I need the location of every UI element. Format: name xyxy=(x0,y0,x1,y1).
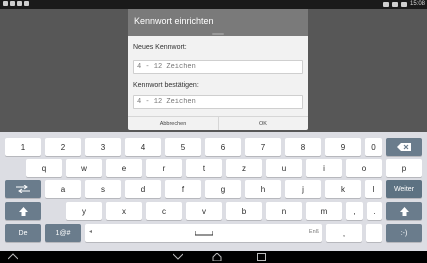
space-bar-icon xyxy=(194,230,213,235)
key-6[interactable]: 6 xyxy=(205,138,241,156)
signal-icon xyxy=(382,2,389,7)
key-k[interactable]: k xyxy=(325,180,361,198)
key-e[interactable]: e xyxy=(106,159,142,177)
confirm-password-label: Kennwort bestätigen: xyxy=(133,82,199,89)
image-icon xyxy=(10,1,15,6)
key-1[interactable]: 1 xyxy=(5,138,41,156)
status-bar: 15:08 xyxy=(0,0,427,9)
smiley-key[interactable]: :-) xyxy=(386,224,422,242)
key-h[interactable]: h xyxy=(245,180,281,198)
key-period[interactable]: . xyxy=(367,202,382,220)
key-r[interactable]: r xyxy=(146,159,182,177)
shift-key-right[interactable] xyxy=(386,202,422,220)
symbols-key[interactable]: 1@# xyxy=(45,224,81,242)
password-dialog: Kennwort einrichten Neues Kennwort: Kenn… xyxy=(128,9,308,130)
key-n[interactable]: n xyxy=(266,202,302,220)
recents-icon[interactable] xyxy=(257,253,266,263)
key-4[interactable]: 4 xyxy=(125,138,161,156)
battery-icon xyxy=(400,2,407,7)
key-p[interactable]: p xyxy=(386,159,422,177)
confirm-password-input[interactable] xyxy=(133,95,303,109)
comma-key[interactable]: , xyxy=(326,224,362,242)
status-system: 15:08 xyxy=(382,0,425,9)
key-m[interactable]: m xyxy=(306,202,342,220)
key-x[interactable]: x xyxy=(106,202,142,220)
weiter-key[interactable]: Weiter xyxy=(386,180,422,198)
alarm-icon xyxy=(24,1,29,6)
wifi-icon xyxy=(391,2,398,7)
key-0[interactable]: 0 xyxy=(365,138,382,156)
screen: 15:08 Kennwort einrichten Neues Kennwort… xyxy=(0,0,427,263)
key-a[interactable]: a xyxy=(45,180,81,198)
back-icon[interactable] xyxy=(7,253,19,263)
key-w[interactable]: w xyxy=(66,159,102,177)
tab-icon xyxy=(16,185,30,193)
dialog-title-bar: Kennwort einrichten xyxy=(128,9,308,36)
new-password-label: Neues Kennwort: xyxy=(133,44,187,51)
key-7[interactable]: 7 xyxy=(245,138,281,156)
shift-key-left[interactable] xyxy=(5,202,41,220)
cancel-button[interactable]: Abbrechen xyxy=(128,117,218,130)
tab-key[interactable] xyxy=(5,180,41,198)
home-icon[interactable] xyxy=(212,252,222,263)
notification-icon xyxy=(3,1,8,6)
mail-icon xyxy=(17,1,22,6)
shift-icon xyxy=(399,206,409,216)
key-f[interactable]: f xyxy=(165,180,201,198)
key-v[interactable]: v xyxy=(186,202,222,220)
key-d[interactable]: d xyxy=(125,180,161,198)
key-3[interactable]: 3 xyxy=(85,138,121,156)
key-5[interactable]: 5 xyxy=(165,138,201,156)
hide-keyboard-icon[interactable] xyxy=(172,253,184,263)
space-language-label: Enß xyxy=(308,229,319,235)
chevron-left-icon: ◂ xyxy=(89,229,93,235)
key-o[interactable]: o xyxy=(346,159,382,177)
new-password-input[interactable] xyxy=(133,60,303,74)
backspace-icon xyxy=(397,143,411,151)
key-q[interactable]: q xyxy=(26,159,62,177)
key-b[interactable]: b xyxy=(226,202,262,220)
key-j[interactable]: j xyxy=(285,180,321,198)
soft-keyboard: 1 2 3 4 5 6 7 8 9 0 q w e r t z u i o p xyxy=(0,132,427,251)
key-comma[interactable]: , xyxy=(346,202,363,220)
key-l[interactable]: l xyxy=(365,180,382,198)
key-8[interactable]: 8 xyxy=(285,138,321,156)
key-i[interactable]: i xyxy=(306,159,342,177)
key-c[interactable]: c xyxy=(146,202,182,220)
status-notifications xyxy=(3,1,29,6)
key-t[interactable]: t xyxy=(186,159,222,177)
drag-handle-icon xyxy=(212,33,224,35)
backspace-key[interactable] xyxy=(386,138,422,156)
key-g[interactable]: g xyxy=(205,180,241,198)
key-u[interactable]: u xyxy=(266,159,302,177)
space-key[interactable]: ◂ Enß xyxy=(85,224,322,242)
key-y[interactable]: y xyxy=(66,202,102,220)
language-key[interactable]: De xyxy=(5,224,41,242)
key-s[interactable]: s xyxy=(85,180,121,198)
clock: 15:08 xyxy=(409,1,425,7)
key-z[interactable]: z xyxy=(226,159,262,177)
dialog-title: Kennwort einrichten xyxy=(134,16,214,26)
key-9[interactable]: 9 xyxy=(325,138,361,156)
key-2[interactable]: 2 xyxy=(45,138,81,156)
ok-button[interactable]: OK xyxy=(218,117,308,130)
dot-key-small[interactable] xyxy=(366,224,382,242)
shift-icon xyxy=(18,206,28,216)
navigation-bar xyxy=(0,251,427,263)
